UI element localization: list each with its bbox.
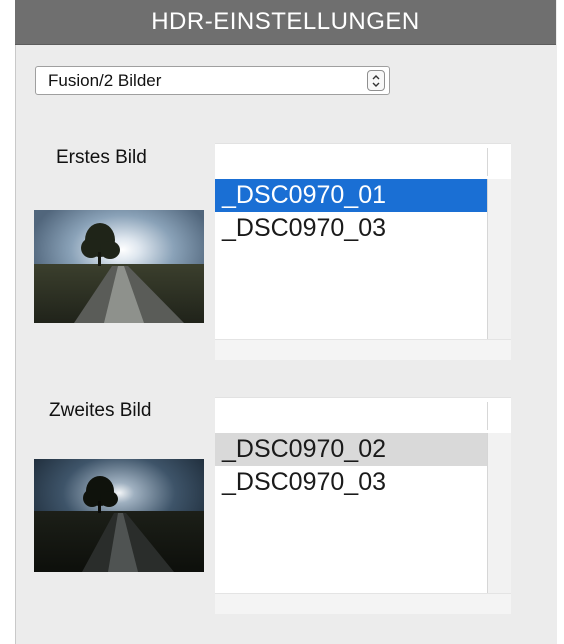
up-down-chevron-icon[interactable] xyxy=(367,70,385,91)
second-image-thumbnail xyxy=(34,459,204,572)
panel-title-text: HDR-EINSTELLUNGEN xyxy=(151,8,420,35)
list-item[interactable]: _DSC0970_03 xyxy=(215,466,487,499)
second-list-header xyxy=(215,397,511,434)
first-image-thumbnail xyxy=(34,210,204,323)
mode-select[interactable]: Fusion/2 Bilder xyxy=(35,66,390,95)
panel-title: HDR-EINSTELLUNGEN xyxy=(15,0,556,45)
first-list-header xyxy=(215,143,511,180)
list-item-selected[interactable]: _DSC0970_01 xyxy=(215,179,487,212)
first-image-file-list[interactable]: _DSC0970_01 _DSC0970_03 xyxy=(215,179,488,339)
header-divider xyxy=(487,148,488,176)
second-list-horizontal-scrollbar[interactable] xyxy=(215,593,511,614)
first-image-label: Erstes Bild xyxy=(56,147,147,168)
mode-select-value: Fusion/2 Bilder xyxy=(48,71,162,90)
first-list-vertical-scrollbar[interactable] xyxy=(488,179,511,339)
second-image-file-list[interactable]: _DSC0970_02 _DSC0970_03 xyxy=(215,433,488,593)
list-item-selected[interactable]: _DSC0970_02 xyxy=(215,433,487,466)
first-list-horizontal-scrollbar[interactable] xyxy=(215,339,511,360)
second-image-label: Zweites Bild xyxy=(49,400,152,421)
header-divider xyxy=(487,402,488,430)
second-list-vertical-scrollbar[interactable] xyxy=(488,433,511,593)
list-item[interactable]: _DSC0970_03 xyxy=(215,212,487,245)
